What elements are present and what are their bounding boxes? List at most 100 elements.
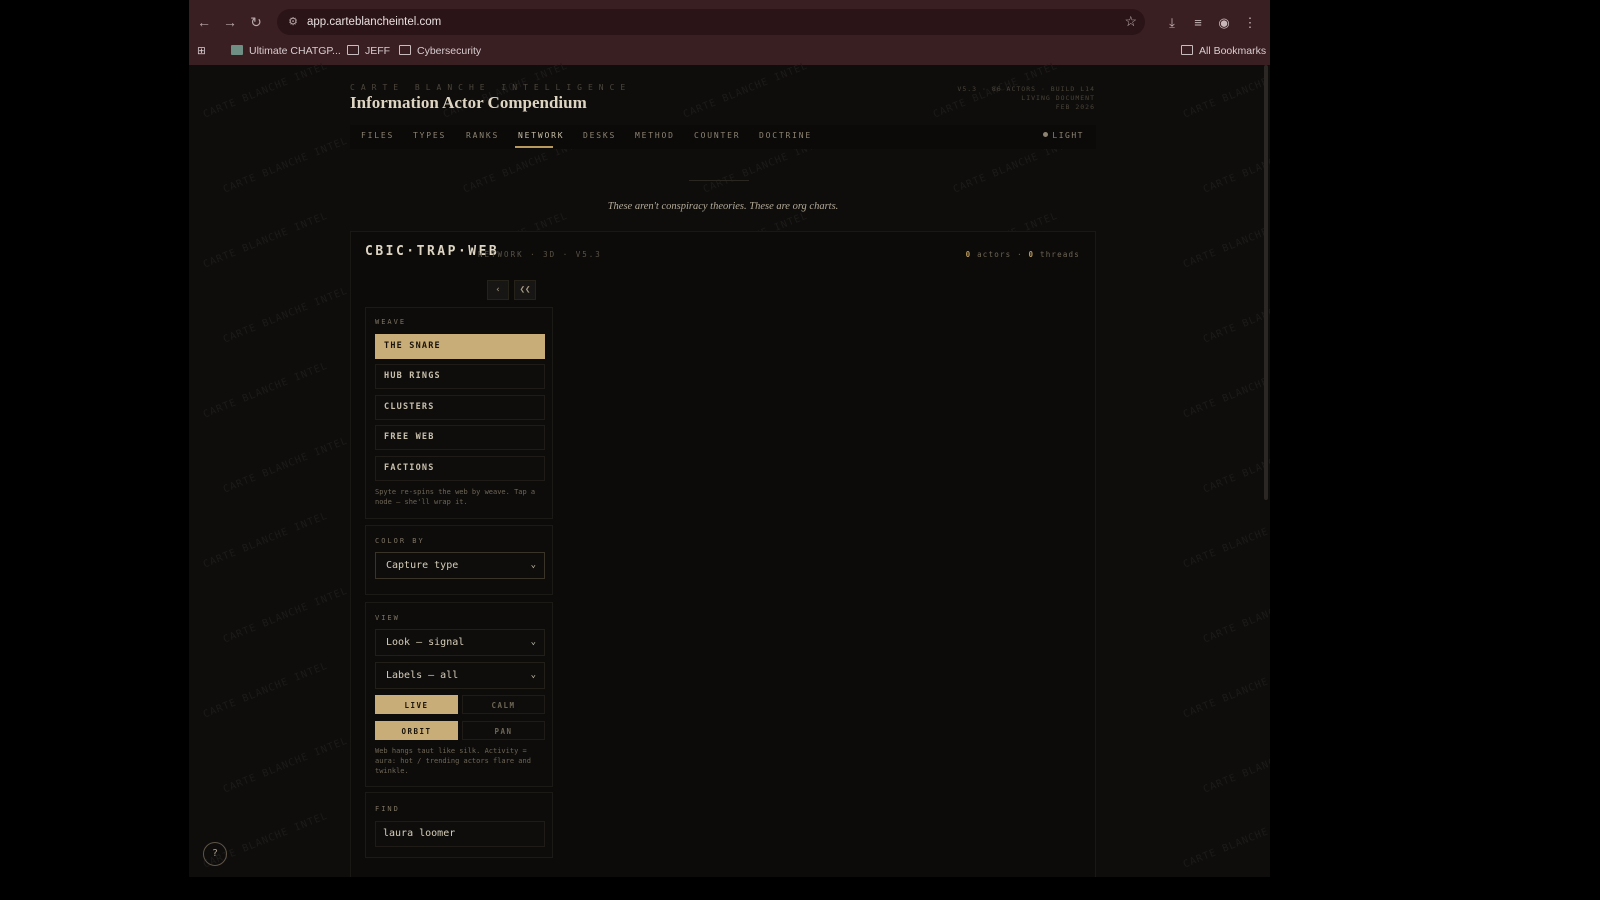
tab-files[interactable]: FILES xyxy=(361,131,394,140)
color-by-value: Capture type xyxy=(386,560,459,571)
weave-clusters-button[interactable]: CLUSTERS xyxy=(375,395,545,420)
divider xyxy=(689,180,749,181)
site-settings-icon[interactable]: ⚙ xyxy=(285,14,301,30)
watermark-text: CARTE BLANCHE INTEL xyxy=(221,585,350,646)
bookmark-star-icon[interactable]: ☆ xyxy=(1124,13,1137,30)
view-section: VIEW Look — signal ⌄ Labels — all ⌄ LIVE… xyxy=(365,602,553,787)
tagline: These aren't conspiracy theories. These … xyxy=(607,201,839,212)
watermark-text: CARTE BLANCHE INTEL xyxy=(1181,810,1270,871)
find-input[interactable]: laura loomer xyxy=(375,821,545,847)
watermark-text: CARTE BLANCHE INTEL xyxy=(201,60,330,121)
live-toggle[interactable]: LIVE xyxy=(375,695,458,714)
watermark-text: CARTE BLANCHE INTEL xyxy=(221,285,350,346)
profile-icon[interactable]: ◉ xyxy=(1215,14,1233,32)
watermark-text: CARTE BLANCHE INTEL xyxy=(1181,660,1270,721)
page-title: Information Actor Compendium xyxy=(350,93,587,112)
watermark-text: CARTE BLANCHE INTEL xyxy=(1181,510,1270,571)
find-section: FIND laura loomer xyxy=(365,792,553,858)
theme-icon xyxy=(1043,132,1049,137)
watermark-text: CARTE BLANCHE INTEL xyxy=(1201,585,1270,646)
all-bookmarks[interactable]: All Bookmarks xyxy=(1181,43,1266,59)
favicon-icon xyxy=(231,45,243,55)
panel-subtitle: NETWORK · 3D · V5.3 xyxy=(478,250,602,259)
tab-doctrine[interactable]: DOCTRINE xyxy=(759,131,812,140)
bookmark-label: Cybersecurity xyxy=(417,45,482,57)
folder-icon xyxy=(399,45,411,55)
weave-section: WEAVE THE SNARE HUB RINGS CLUSTERS FREE … xyxy=(365,307,553,519)
tab-ranks[interactable]: RANKS xyxy=(466,131,499,140)
look-select[interactable]: Look — signal ⌄ xyxy=(375,629,545,656)
menu-icon[interactable]: ⋮ xyxy=(1241,14,1259,32)
bookmark-folder[interactable]: JEFF xyxy=(347,43,390,59)
media-controls-icon[interactable]: ≡ xyxy=(1189,14,1207,32)
watermark-text: CARTE BLANCHE INTEL xyxy=(1201,285,1270,346)
collapse-all-button[interactable]: ❮❮ xyxy=(514,280,536,300)
reload-icon[interactable]: ↻ xyxy=(247,13,265,31)
actors-count: 0 xyxy=(965,250,972,259)
all-bookmarks-label: All Bookmarks xyxy=(1199,45,1267,57)
back-icon[interactable]: ← xyxy=(195,13,213,31)
scrollbar[interactable] xyxy=(1264,65,1268,500)
apps-icon[interactable]: ⊞ xyxy=(197,43,206,59)
bookmark-label: JEFF xyxy=(365,45,391,57)
help-button[interactable]: ? xyxy=(203,842,227,866)
main-nav: FILES TYPES RANKS NETWORK DESKS METHOD C… xyxy=(350,125,1096,149)
watermark-text: CARTE BLANCHE INTEL xyxy=(201,660,330,721)
view-label: VIEW xyxy=(375,614,400,622)
watermark-text: CARTE BLANCHE INTEL xyxy=(221,135,350,196)
color-by-select[interactable]: Capture type ⌄ xyxy=(375,552,545,579)
forward-icon[interactable]: → xyxy=(221,13,239,31)
page: CARTE BLANCHE INTEL CARTE BLANCHE INTEL CA… xyxy=(189,60,1270,877)
tab-types[interactable]: TYPES xyxy=(413,131,446,140)
version-meta: V5.3 · 86 ACTORS · BUILD L14 LIVING DOCU… xyxy=(895,85,1095,112)
weave-free-web-button[interactable]: FREE WEB xyxy=(375,425,545,450)
watermark-text: CARTE BLANCHE INTEL xyxy=(1201,135,1270,196)
watermark-text: CARTE BLANCHE INTEL xyxy=(1201,435,1270,496)
actors-label: actors xyxy=(977,250,1012,259)
calm-toggle[interactable]: CALM xyxy=(462,695,545,714)
browser-window: ← → ↻ ⚙ app.carteblancheintel.com ☆ ⤓ ≡ … xyxy=(189,0,1270,877)
meta-line: V5.3 · 86 ACTORS · BUILD L14 xyxy=(957,85,1095,93)
address-row: ← → ↻ ⚙ app.carteblancheintel.com ☆ ⤓ ≡ … xyxy=(189,5,1270,39)
tab-desks[interactable]: DESKS xyxy=(583,131,616,140)
weave-hint: Spyte re-spins the web by weave. Tap a n… xyxy=(375,488,536,506)
tab-counter[interactable]: COUNTER xyxy=(694,131,740,140)
watermark-text: CARTE BLANCHE INTEL xyxy=(221,435,350,496)
watermark-text: CARTE BLANCHE INTEL xyxy=(681,60,810,121)
pan-toggle[interactable]: PAN xyxy=(462,721,545,740)
address-bar[interactable]: ⚙ app.carteblancheintel.com ☆ xyxy=(277,9,1145,35)
url-text[interactable]: app.carteblancheintel.com xyxy=(307,14,441,30)
meta-line: LIVING DOCUMENT xyxy=(1021,94,1095,102)
threads-count: 0 xyxy=(1028,250,1035,259)
color-by-section: COLOR BY Capture type ⌄ xyxy=(365,525,553,595)
bookmark-item[interactable]: Ultimate CHATGP... xyxy=(231,43,341,59)
chevron-down-icon: ⌄ xyxy=(530,560,536,570)
network-panel: CBIC·TRAP·WEB NETWORK · 3D · V5.3 0 acto… xyxy=(350,231,1096,877)
view-hint: Web hangs taut like silk. Activity = aur… xyxy=(375,747,531,775)
collapse-button[interactable]: ‹ xyxy=(487,280,509,300)
tab-method[interactable]: METHOD xyxy=(635,131,675,140)
tab-network[interactable]: NETWORK xyxy=(518,131,564,140)
orbit-toggle[interactable]: ORBIT xyxy=(375,721,458,740)
weave-hub-rings-button[interactable]: HUB RINGS xyxy=(375,364,545,389)
bookmark-folder[interactable]: Cybersecurity xyxy=(399,43,481,59)
weave-label: WEAVE xyxy=(375,318,407,326)
chevron-down-icon: ⌄ xyxy=(530,637,536,647)
download-icon[interactable]: ⤓ xyxy=(1163,14,1181,32)
bookmarks-bar: ⊞ Ultimate CHATGP... JEFF Cybersecurity … xyxy=(189,40,1270,62)
folder-icon xyxy=(347,45,359,55)
labels-value: Labels — all xyxy=(386,670,459,681)
chevron-down-icon: ⌄ xyxy=(530,670,536,680)
labels-select[interactable]: Labels — all ⌄ xyxy=(375,662,545,689)
theme-toggle[interactable]: LIGHT xyxy=(1043,131,1084,140)
weave-factions-button[interactable]: FACTIONS xyxy=(375,456,545,481)
panel-stats: 0 actors · 0 threads xyxy=(965,250,1080,259)
browser-chrome: ← → ↻ ⚙ app.carteblancheintel.com ☆ ⤓ ≡ … xyxy=(189,0,1270,65)
watermark-text: CARTE BLANCHE INTEL xyxy=(1181,360,1270,421)
watermark-text: CARTE BLANCHE INTEL xyxy=(201,510,330,571)
bookmark-label: Ultimate CHATGP... xyxy=(249,45,341,57)
watermark-text: CARTE BLANCHE INTEL xyxy=(201,210,330,271)
watermark-text: CARTE BLANCHE INTEL xyxy=(1201,735,1270,796)
weave-the-snare-button[interactable]: THE SNARE xyxy=(375,334,545,359)
color-by-label: COLOR BY xyxy=(375,537,425,545)
